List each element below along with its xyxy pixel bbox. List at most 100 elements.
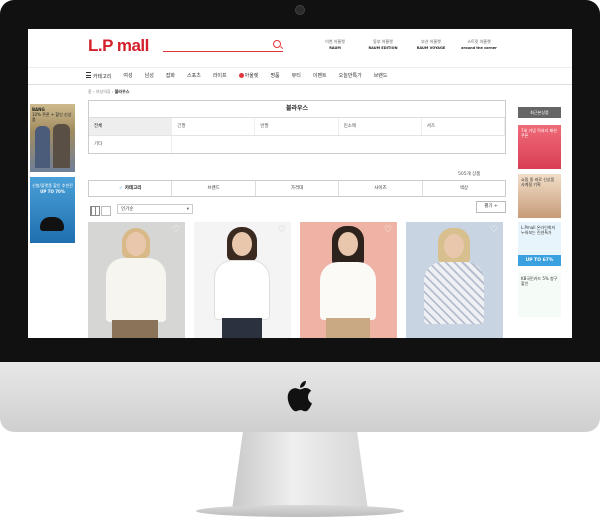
check-icon: ✓ — [119, 186, 123, 191]
product-card[interactable]: ♡ — [406, 222, 503, 338]
model-blouse — [106, 258, 166, 322]
search-icon[interactable] — [273, 40, 281, 48]
filter-option[interactable]: 전체 — [89, 118, 173, 135]
product-count: 505개 상품 — [458, 172, 481, 177]
nav-item-luxury[interactable]: 명품 — [270, 72, 279, 80]
site-logo[interactable]: L.P mall — [88, 36, 149, 56]
nav-item-event[interactable]: 이벤트 — [313, 72, 327, 80]
heart-outline-icon[interactable]: ♡ — [278, 226, 286, 235]
apple-logo-icon — [287, 380, 312, 412]
model-skirt — [112, 320, 158, 338]
filter-option[interactable]: 기타 — [89, 136, 173, 153]
right-banner-1[interactable]: 7세 기념 럭셔리 패션 쿠폰 — [518, 125, 561, 169]
tab-size[interactable]: 사이즈 — [339, 181, 423, 196]
right-banner-2[interactable]: 쇼핑 중 바로 신상품 사계절 기획 — [518, 174, 561, 218]
outlet-link[interactable]: 부산 아울렛 RAUM VOYAGE — [412, 39, 450, 51]
left-banner-1[interactable]: BANG 10% 쿠폰 + 할인 신상품 — [30, 104, 75, 172]
banner-text: KB국민카드 5% 청구할인 — [521, 276, 558, 286]
filter-row: 전체 긴팔 반팔 민소매 셔츠 — [89, 118, 505, 136]
nav-item-today-deal[interactable]: 오늘만특가 — [339, 72, 362, 80]
sort-select[interactable]: 인기순 — [117, 204, 193, 215]
filter-tabs: ✓ 카테고리 브랜드 가격대 사이즈 색상 — [88, 180, 506, 197]
discount-badge: UP TO 67% — [518, 255, 561, 266]
main-nav: 카테고리 여성 남성 잡화 스포츠 라이프 아울렛 명품 뷰티 이벤트 오늘만특… — [28, 67, 572, 85]
product-grid: ♡ ♡ ♡ ♡ — [88, 222, 503, 338]
product-card[interactable]: ♡ — [88, 222, 185, 338]
breadcrumb: 홈 › 여성의류 › 블라우스 — [88, 89, 130, 94]
site-header: L.P mall 이천 아울렛 RAUM 동부 아울렛 RAUM EDITION 부… — [28, 29, 572, 67]
monitor-stand — [232, 432, 368, 510]
heart-outline-icon[interactable]: ♡ — [172, 226, 180, 235]
heart-outline-icon[interactable]: ♡ — [490, 226, 498, 235]
shoe-image — [40, 217, 64, 231]
heart-outline-icon[interactable]: ♡ — [384, 226, 392, 235]
nav-label: 카테고리 — [93, 74, 112, 80]
camera — [295, 5, 305, 15]
outlet-sub: RAUM — [329, 46, 341, 50]
nav-item-sports[interactable]: 스포츠 — [187, 72, 201, 80]
model-face — [126, 232, 146, 256]
tab-label: 카테고리 — [124, 186, 142, 191]
filter-option[interactable]: 셔츠 — [422, 118, 505, 135]
banner-title: 신발/플랫폼 할인 추천전 — [32, 183, 73, 188]
model-figure — [35, 126, 50, 168]
outlet-links: 이천 아울렛 RAUM 동부 아울렛 RAUM EDITION 부산 아울렛 RAUM… — [316, 39, 498, 51]
breadcrumb-current: 블라우스 — [114, 89, 130, 94]
nav-item-beauty[interactable]: 뷰티 — [292, 72, 301, 80]
outlet-label: 스트릿 아울렛 — [467, 39, 491, 44]
view-toolbar: 인기순 — [88, 204, 504, 216]
tab-category[interactable]: ✓ 카테고리 — [89, 181, 173, 196]
right-banner-4[interactable]: KB국민카드 5% 청구할인 — [518, 273, 561, 317]
left-banner-2[interactable]: 신발/플랫폼 할인 추천전 UP TO 70% — [30, 177, 75, 243]
outlet-sub: around the corner — [461, 46, 497, 50]
outlet-sub: RAUM VOYAGE — [416, 46, 446, 50]
search-input[interactable] — [163, 38, 267, 52]
list-view-icon[interactable] — [101, 206, 111, 216]
product-card[interactable]: ♡ — [194, 222, 291, 338]
nav-item-life[interactable]: 라이프 — [213, 72, 227, 80]
banner-text: 쇼핑 중 바로 신상품 사계절 기획 — [521, 177, 555, 187]
browser-screen: L.P mall 이천 아울렛 RAUM 동부 아울렛 RAUM EDITION 부… — [28, 29, 572, 338]
filter-option[interactable]: 민소매 — [339, 118, 422, 135]
grid-view-icon[interactable] — [90, 206, 100, 216]
monitor-foot — [196, 505, 404, 517]
model-skirt — [326, 318, 370, 338]
outlet-label: 이천 아울렛 — [325, 39, 345, 44]
filter-option[interactable]: 반팔 — [255, 118, 339, 135]
model-blouse — [320, 262, 376, 320]
tab-brand[interactable]: 브랜드 — [172, 181, 256, 196]
nav-item-men[interactable]: 남성 — [145, 72, 154, 80]
banner-text: L.Pmall 온라인최저 누워보는 린넨특가 — [521, 225, 556, 235]
filter-row: 기타 — [89, 136, 505, 153]
nav-label: 아울렛 — [244, 73, 259, 79]
outlet-link[interactable]: 동부 아울렛 RAUM EDITION — [364, 39, 402, 51]
product-card[interactable]: ♡ — [300, 222, 397, 338]
expand-button[interactable]: 펼기 + — [476, 201, 506, 213]
breadcrumb-category[interactable]: 여성의류 — [96, 89, 111, 94]
outlet-sub: RAUM EDITION — [368, 46, 398, 50]
model-blouse — [424, 262, 484, 324]
nav-item-women[interactable]: 여성 — [123, 72, 132, 80]
nav-item-brand[interactable]: 브랜드 — [374, 72, 388, 80]
banner-text: 10% 쿠폰 + 할인 신상품 — [32, 112, 72, 122]
tab-price[interactable]: 가격대 — [256, 181, 340, 196]
model-face — [444, 234, 464, 258]
model-blouse — [214, 260, 270, 320]
outlet-link[interactable]: 스트릿 아울렛 around the corner — [460, 39, 498, 51]
breadcrumb-home[interactable]: 홈 — [88, 89, 92, 94]
nav-item-goods[interactable]: 잡화 — [166, 72, 175, 80]
filter-option[interactable]: 긴팔 — [172, 118, 256, 135]
right-banner-3[interactable]: L.Pmall 온라인최저 누워보는 린넨특가 UP TO 67% — [518, 222, 561, 266]
search-box[interactable] — [163, 38, 283, 52]
tab-color[interactable]: 색상 — [423, 181, 505, 196]
menu-icon — [86, 72, 91, 78]
outlet-link[interactable]: 이천 아울렛 RAUM — [316, 39, 354, 51]
nav-item-category[interactable]: 카테고리 — [86, 72, 111, 80]
outlet-label: 동부 아울렛 — [373, 39, 393, 44]
banner-text: UP TO 70% — [40, 188, 65, 194]
nav-item-outlet[interactable]: 아울렛 — [238, 72, 259, 80]
banner-text: 7세 기념 럭셔리 패션 쿠폰 — [521, 128, 557, 138]
outlet-label: 부산 아울렛 — [421, 39, 441, 44]
model-figure — [53, 124, 70, 168]
recent-items-header[interactable]: 최근본상품 — [518, 107, 561, 118]
